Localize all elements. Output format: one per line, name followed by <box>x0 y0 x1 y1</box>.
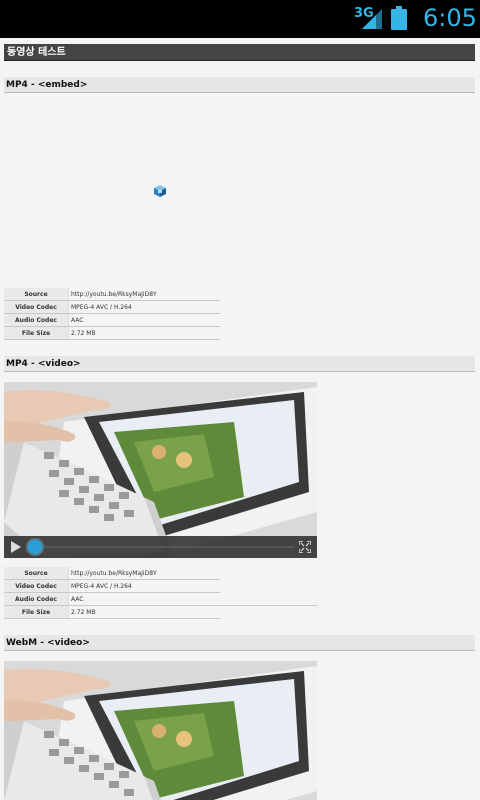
play-icon[interactable] <box>11 541 21 553</box>
info-key: Audio Codec <box>4 592 69 606</box>
info-table-mp4-embed: Source http://youtu.be/RksyMaJiD8Y Video … <box>4 288 220 340</box>
section-header-mp4-video: MP4 - <video> <box>4 356 475 372</box>
section-header-webm-video: WebM - <video> <box>4 635 475 651</box>
info-key: Source <box>4 288 69 301</box>
info-value: AAC <box>68 313 220 327</box>
table-row: Audio Codec AAC <box>4 313 220 327</box>
video-player-webm[interactable] <box>4 661 317 800</box>
missing-plugin-icon[interactable] <box>153 184 167 198</box>
info-key: Audio Codec <box>4 313 69 327</box>
info-value: http://youtu.be/RksyMaJiD8Y <box>68 567 220 580</box>
status-bar: 3G 6:05 <box>0 0 480 38</box>
seek-track[interactable] <box>44 546 294 548</box>
page-title: 동영상 테스트 <box>4 44 475 61</box>
table-row: Audio Codec AAC <box>4 592 220 606</box>
battery-icon <box>391 6 407 30</box>
table-row: Source http://youtu.be/RksyMaJiD8Y <box>4 567 220 580</box>
signal-icon <box>362 9 382 29</box>
info-value: 2.72 MB <box>68 605 220 619</box>
seek-knob[interactable] <box>28 540 42 554</box>
info-key: Video Codec <box>4 300 69 314</box>
table-row: File Size 2.72 MB <box>4 326 220 340</box>
table-row: Video Codec MPEG-4 AVC / H.264 <box>4 300 220 314</box>
info-key: File Size <box>4 326 69 340</box>
info-value: http://youtu.be/RksyMaJiD8Y <box>68 288 220 301</box>
info-table-mp4-video: Source http://youtu.be/RksyMaJiD8Y Video … <box>4 567 220 619</box>
info-value: MPEG-4 AVC / H.264 <box>68 579 220 593</box>
fullscreen-icon[interactable] <box>299 541 311 553</box>
video-frame <box>4 661 317 800</box>
table-row: Video Codec MPEG-4 AVC / H.264 <box>4 579 220 593</box>
info-key: File Size <box>4 605 69 619</box>
info-key: Video Codec <box>4 579 69 593</box>
clock: 6:05 <box>423 4 477 32</box>
info-key: Source <box>4 567 69 580</box>
section-header-mp4-embed: MP4 - <embed> <box>4 77 475 93</box>
video-frame <box>4 382 317 558</box>
table-row: File Size 2.72 MB <box>4 605 220 619</box>
video-controls <box>4 536 317 558</box>
info-value: AAC <box>68 592 220 606</box>
video-player-mp4[interactable] <box>4 382 317 558</box>
info-value: 2.72 MB <box>68 326 220 340</box>
divider <box>4 605 317 606</box>
info-value: MPEG-4 AVC / H.264 <box>68 300 220 314</box>
table-row: Source http://youtu.be/RksyMaJiD8Y <box>4 288 220 301</box>
